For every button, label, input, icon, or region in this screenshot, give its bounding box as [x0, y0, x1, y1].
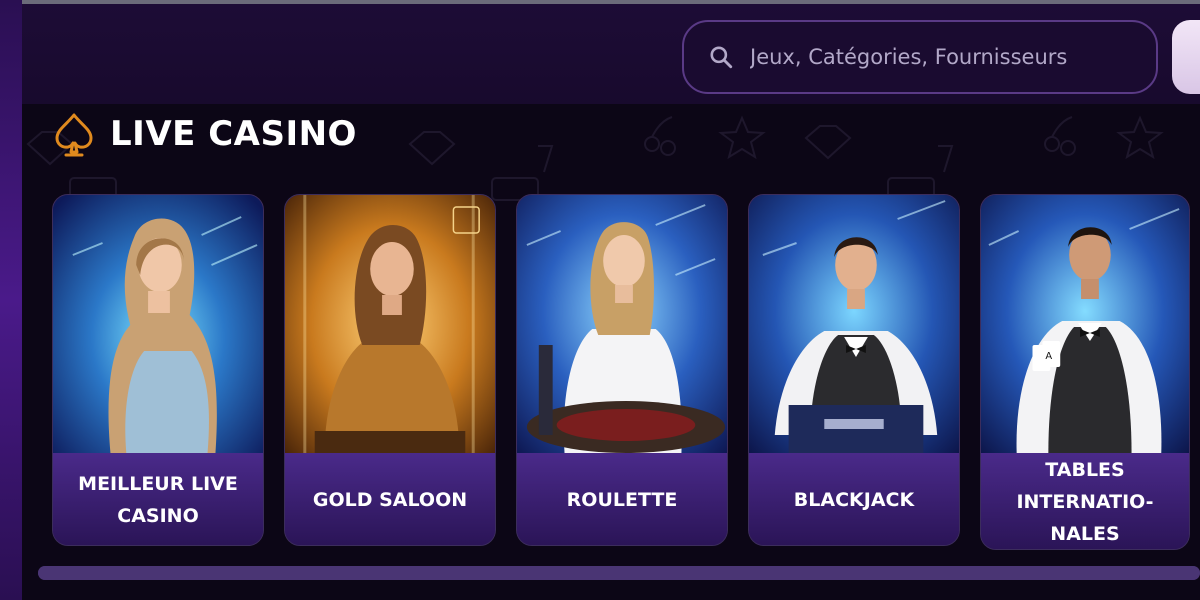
game-card-label: BLACKJACK	[749, 453, 959, 545]
side-glow	[0, 0, 22, 600]
game-card-tables-internationales[interactable]: A TABLES INTERNATIO-NALES	[980, 194, 1190, 550]
header-action-button[interactable]	[1172, 20, 1200, 94]
top-header	[0, 4, 1200, 104]
game-card-label: ROULETTE	[517, 453, 727, 545]
game-card-label: GOLD SALOON	[285, 453, 495, 545]
game-card-roulette[interactable]: ROULETTE	[516, 194, 728, 546]
search-icon	[710, 46, 733, 69]
svg-text:A: A	[1045, 351, 1052, 362]
game-card-label: MEILLEUR LIVE CASINO	[53, 453, 263, 545]
scrollbar-thumb[interactable]	[38, 566, 1200, 580]
search-input[interactable]	[748, 44, 1152, 70]
game-card-blackjack[interactable]: BLACKJACK	[748, 194, 960, 546]
game-card-meilleur-live-casino[interactable]: MEILLEUR LIVE CASINO	[52, 194, 264, 546]
game-thumbnail-image	[53, 195, 263, 453]
horizontal-scrollbar[interactable]	[38, 566, 1200, 580]
search-bar[interactable]	[682, 20, 1158, 94]
game-thumbnail-image	[285, 195, 495, 453]
game-card-label: TABLES INTERNATIO-NALES	[981, 453, 1189, 549]
game-card-gold-saloon[interactable]: GOLD SALOON	[284, 194, 496, 546]
spade-icon	[55, 113, 93, 157]
game-thumbnail-image: A	[981, 195, 1189, 453]
game-thumbnail-image	[517, 195, 727, 453]
section-header: LIVE CASINO	[52, 110, 357, 158]
game-thumbnail-image	[749, 195, 959, 453]
section-title: LIVE CASINO	[110, 114, 357, 154]
live-casino-section: LIVE CASINO MEILLEUR LIVE CASINO GOLD SA…	[22, 104, 1200, 600]
